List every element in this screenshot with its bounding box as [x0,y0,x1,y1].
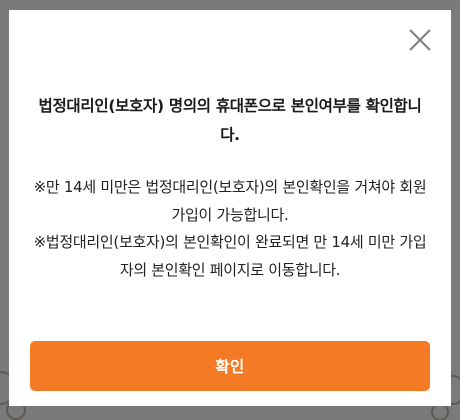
identity-verification-dialog: 법정대리인(보호자) 명의의 휴대폰으로 본인여부를 확인합니다. ※만 14세… [9,10,451,406]
close-button[interactable] [407,27,433,53]
dialog-title: 법정대리인(보호자) 명의의 휴대폰으로 본인여부를 확인합니다. [38,97,422,144]
notice-line-age-limit: ※만 14세 미만은 법정대리인(보호자)의 본인확인을 거쳐야 회원가입이 가… [33,178,427,224]
notice-line-redirect: ※법정대리인(보호자)의 본인확인이 완료되면 만 14세 미만 가입자의 본인… [33,233,427,279]
close-icon [409,29,431,51]
dialog-notice: ※만 14세 미만은 법정대리인(보호자)의 본인확인을 거쳐야 회원가입이 가… [29,174,431,284]
confirm-button[interactable]: 확인 [30,341,430,391]
